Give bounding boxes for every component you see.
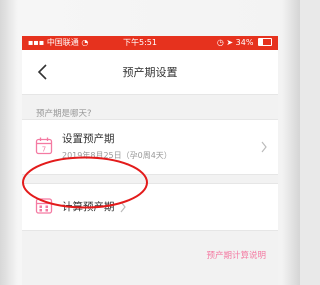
calendar-icon: 7 [34,136,54,156]
section-label: 预产期是哪天? [36,109,92,119]
page-title: 预产期设置 [122,66,178,79]
wifi-icon: ◔ [81,38,89,47]
set-due-date-row[interactable]: 7 设置预产期 2019年8月25日（孕0周4天） [22,119,278,175]
due-date-calc-help-link[interactable]: 预产期计算说明 [206,249,266,261]
status-bar: ▪▪▪ 中国联通 ◔ 下午5:51 ◷ ➤ 34% [22,36,278,50]
battery-percent: 34% [235,38,254,47]
calc-due-date-row[interactable]: 计算预产期 [22,183,278,231]
status-right: ◷ ➤ 34% [217,36,272,50]
battery-icon [258,38,272,46]
signal-icon: ▪▪▪ [28,38,45,47]
nav-bar: 预产期设置 [22,50,278,95]
svg-text:7: 7 [42,146,46,154]
set-due-date-title: 设置预产期 [62,133,115,145]
set-due-date-subtitle: 2019年8月25日（孕0周4天） [62,151,172,160]
chevron-right-icon [261,141,267,153]
calculator-icon [34,196,54,216]
alarm-icon: ◷ [216,38,224,47]
status-time: 下午5:51 [123,38,157,47]
location-icon: ➤ [226,38,234,47]
chevron-right-icon [120,201,126,213]
status-carrier: ▪▪▪ 中国联通 ◔ [28,38,89,47]
app-screen: ▪▪▪ 中国联通 ◔ 下午5:51 ◷ ➤ 34% 预产期设置 预产期是哪天? [22,36,278,285]
calc-due-date-title: 计算预产期 [62,201,115,213]
